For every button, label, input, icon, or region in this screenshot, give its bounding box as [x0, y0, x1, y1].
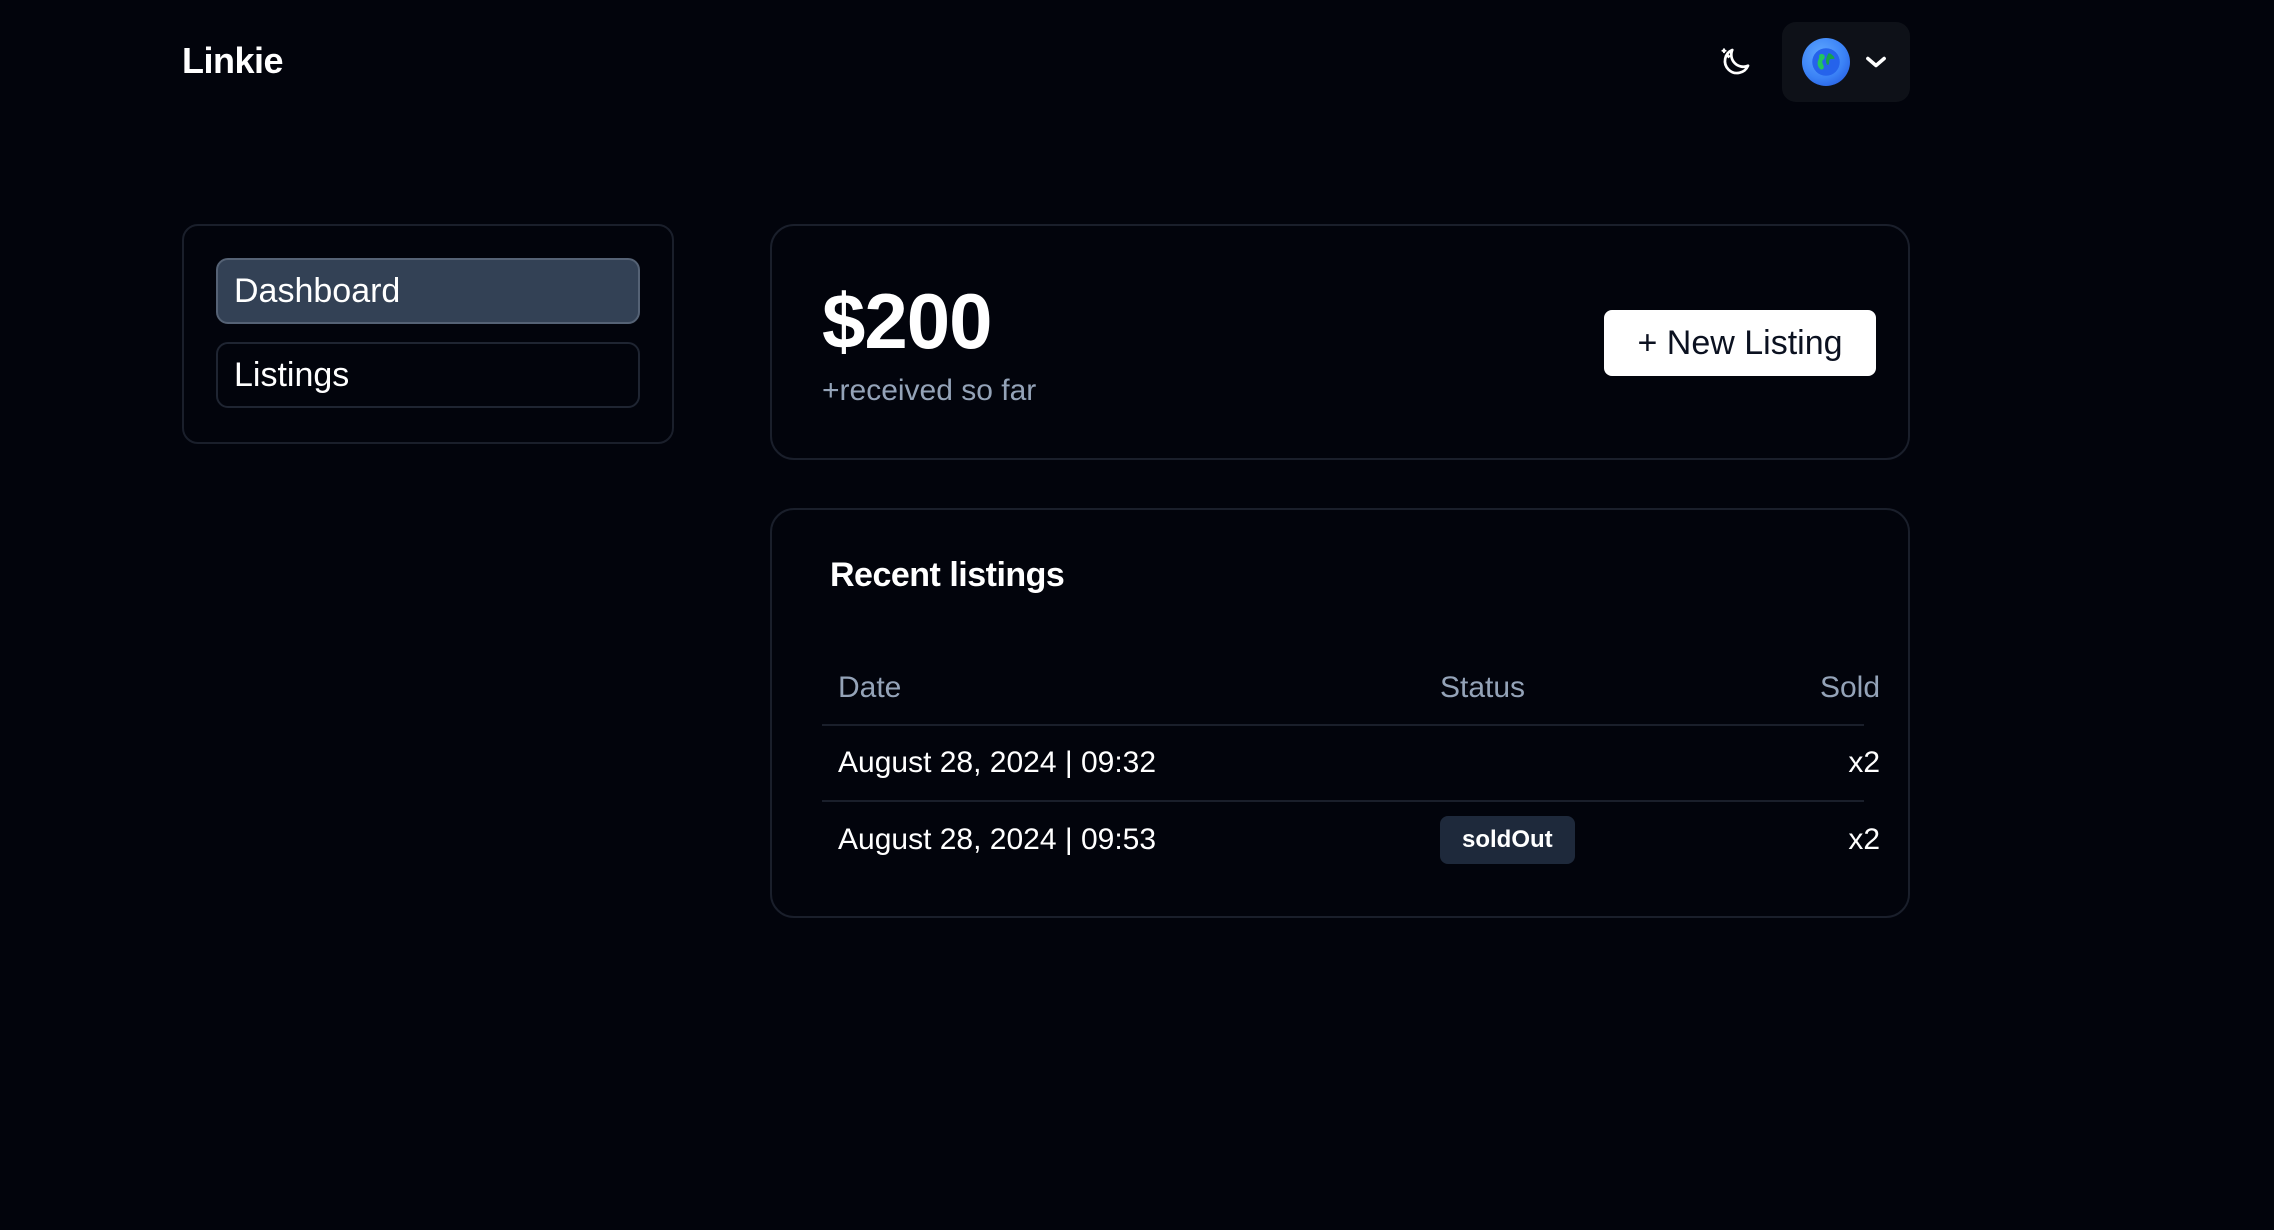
revenue-subtitle: +received so far	[822, 374, 1037, 407]
row-date: August 28, 2024 | 09:32	[838, 746, 1157, 779]
page: Linkie Dashboard Listings $200 +received…	[0, 0, 2274, 1230]
brand-logo[interactable]: Linkie	[182, 40, 284, 82]
table-row[interactable]: August 28, 2024 | 09:53 soldOut x2	[822, 802, 1880, 878]
row-sold: x2	[1848, 823, 1880, 856]
column-header-status: Status	[1440, 671, 1526, 704]
sidebar-item-listings[interactable]: Listings	[216, 342, 640, 408]
column-header-sold: Sold	[1819, 671, 1880, 704]
table-header-row: Date Status Sold	[822, 652, 1880, 726]
globe-icon	[1802, 38, 1850, 86]
recent-listings-table: Date Status Sold August 28, 2024 | 09:32…	[822, 652, 1880, 878]
recent-listings-card: Recent listings Date Status Sold August …	[770, 508, 1910, 918]
table-row[interactable]: August 28, 2024 | 09:32 x2	[822, 726, 1880, 802]
moon-icon	[1721, 48, 1750, 75]
sidebar-item-label: Dashboard	[234, 271, 401, 310]
sidebar-item-dashboard[interactable]: Dashboard	[216, 258, 640, 324]
revenue-summary-card: $200 +received so far + New Listing	[770, 224, 1910, 460]
column-header-date: Date	[838, 671, 902, 704]
language-select[interactable]	[1782, 22, 1910, 102]
status-badge: soldOut	[1440, 816, 1575, 864]
recent-listings-title: Recent listings	[830, 556, 1065, 594]
chevron-down-icon	[1866, 56, 1886, 68]
row-date: August 28, 2024 | 09:53	[838, 823, 1157, 856]
row-status: soldOut	[1440, 816, 1720, 864]
new-listing-button[interactable]: + New Listing	[1604, 310, 1876, 376]
theme-toggle-button[interactable]	[1716, 42, 1756, 82]
sidebar-item-label: Listings	[234, 355, 350, 394]
sidebar: Dashboard Listings	[182, 224, 674, 444]
row-sold: x2	[1848, 746, 1880, 779]
revenue-amount: $200	[822, 277, 993, 365]
